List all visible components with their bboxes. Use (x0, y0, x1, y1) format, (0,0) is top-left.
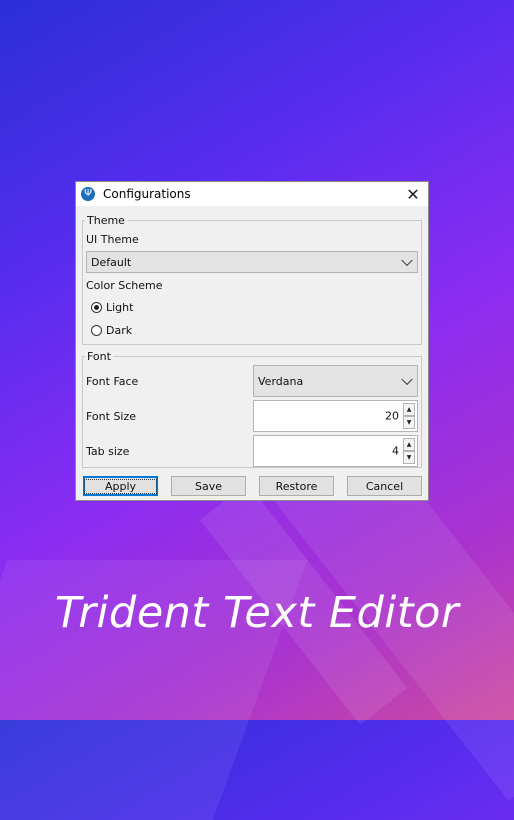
close-button[interactable]: ✕ (398, 182, 428, 206)
configurations-dialog: Ψ Configurations ✕ Theme UI Theme Defaul… (75, 181, 429, 501)
save-button-label: Save (194, 479, 222, 493)
ui-theme-value: Default (91, 255, 132, 269)
font-size-label: Font Size (86, 410, 137, 423)
radio-light-indicator[interactable] (91, 302, 102, 313)
ui-theme-select[interactable]: Default (86, 251, 418, 273)
tab-size-decrement[interactable]: ▼ (403, 451, 415, 464)
cancel-button-label: Cancel (365, 479, 404, 493)
radio-dark-indicator[interactable] (91, 325, 102, 336)
title-bar[interactable]: Ψ Configurations ✕ (76, 182, 428, 206)
radio-dark[interactable]: Dark (91, 324, 132, 337)
chevron-up-icon: ▲ (406, 406, 412, 413)
trident-app-icon: Ψ (81, 187, 95, 201)
font-size-spin-buttons: ▲ ▼ (403, 403, 415, 429)
chevron-down-icon (401, 254, 413, 267)
restore-button-label: Restore (275, 479, 318, 493)
font-face-select[interactable]: Verdana (253, 365, 418, 397)
font-size-value: 20 (385, 409, 399, 423)
tab-size-spin-buttons: ▲ ▼ (403, 438, 415, 464)
tab-size-increment[interactable]: ▲ (403, 438, 415, 451)
font-legend: Font (87, 350, 111, 363)
close-icon: ✕ (406, 184, 420, 204)
restore-button[interactable]: Restore (259, 476, 334, 496)
font-face-value: Verdana (258, 374, 304, 388)
chevron-up-icon: ▲ (406, 441, 412, 448)
dialog-title: Configurations (103, 187, 191, 201)
chevron-down-icon: ▼ (406, 454, 412, 461)
tab-size-value: 4 (392, 444, 399, 458)
cancel-button[interactable]: Cancel (347, 476, 422, 496)
font-size-increment[interactable]: ▲ (403, 403, 415, 416)
save-button[interactable]: Save (171, 476, 246, 496)
radio-light[interactable]: Light (91, 301, 133, 314)
theme-legend: Theme (87, 214, 125, 227)
apply-button-label: Apply (83, 478, 158, 494)
chevron-down-icon: ▼ (406, 419, 412, 426)
apply-button[interactable]: Apply (83, 476, 158, 496)
font-face-label: Font Face (86, 375, 139, 388)
tab-size-label: Tab size (86, 445, 130, 458)
radio-dark-label: Dark (106, 324, 133, 337)
radio-light-label: Light (106, 301, 134, 314)
chevron-down-icon (401, 373, 413, 386)
ui-theme-label: UI Theme (86, 233, 139, 246)
brand-title: Trident Text Editor (54, 588, 460, 638)
font-size-decrement[interactable]: ▼ (403, 416, 415, 429)
font-size-spinner[interactable]: 20 ▲ ▼ (253, 400, 418, 432)
color-scheme-label: Color Scheme (86, 279, 163, 292)
tab-size-spinner[interactable]: 4 ▲ ▼ (253, 435, 418, 467)
